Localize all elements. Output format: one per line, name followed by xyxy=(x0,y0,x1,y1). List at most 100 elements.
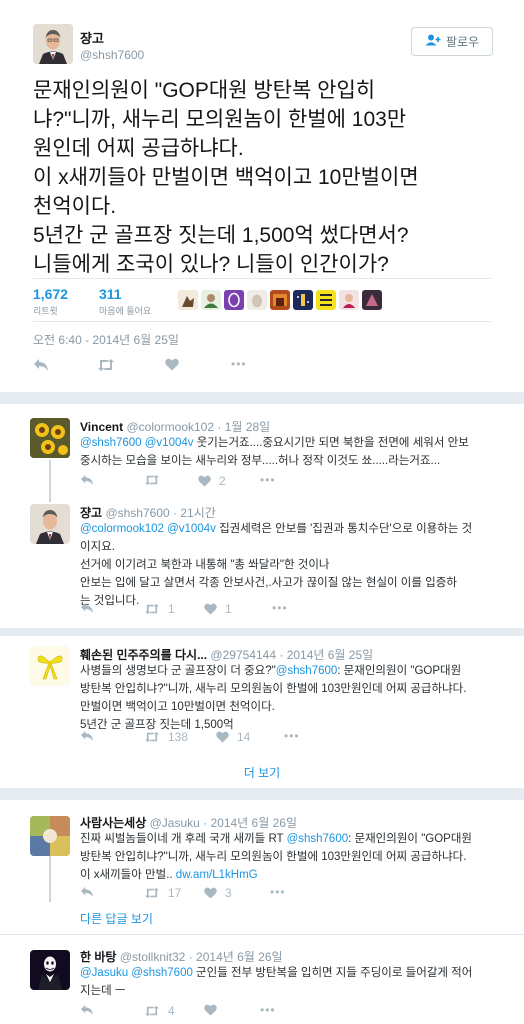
reply-time[interactable]: 2014년 6월 26일 xyxy=(196,950,283,964)
mention-link[interactable]: @shsh7600 xyxy=(287,833,349,845)
retweet-button[interactable] xyxy=(144,474,160,486)
reply-icon xyxy=(34,359,48,371)
reply-header: 한 바탕 @stollknit32 · 2014년 6월 26일 xyxy=(80,950,283,964)
mention-link[interactable]: @shsh7600 @v1004v xyxy=(80,437,194,449)
avatar[interactable] xyxy=(30,504,70,544)
author-handle[interactable]: @29754144 xyxy=(210,648,276,662)
reply-text-line: 선거에 이기려고 북한과 내통해 "총 쏴달라"한 것이나 xyxy=(80,559,330,571)
avatar[interactable] xyxy=(30,418,70,458)
like-button[interactable]: 14 xyxy=(216,730,250,744)
reply-text-segment: : 문재인의원이 "GOP대원 xyxy=(337,665,462,677)
reply-text: 진짜 씨벌놈들이네 개 후레 국개 새끼들 RT @shsh7600: 문재인의… xyxy=(80,830,520,884)
more-icon: ••• xyxy=(231,357,247,371)
reply-text-segment: 이 x새끼들아 만벌.. xyxy=(80,869,176,881)
more-button[interactable]: ••• xyxy=(284,729,300,743)
liker-avatar[interactable] xyxy=(224,290,244,310)
heart-icon xyxy=(165,358,179,371)
reply-button[interactable] xyxy=(80,602,94,614)
avatar[interactable] xyxy=(30,816,70,856)
like-count: 14 xyxy=(237,730,251,744)
liker-avatar[interactable] xyxy=(362,290,382,310)
reply-time[interactable]: 21시간 xyxy=(180,506,215,520)
reply-text-line: 방탄복 안입히냐?"니까, 새누리 모의원놈이 한벌에 103만원인데 어찌 공… xyxy=(80,683,467,695)
liker-avatar[interactable] xyxy=(293,290,313,310)
other-replies-link[interactable]: 다른 답글 보기 xyxy=(80,910,153,927)
avatar[interactable] xyxy=(30,646,70,686)
liker-avatar[interactable] xyxy=(316,290,336,310)
more-button[interactable]: ••• xyxy=(272,601,288,615)
retweet-button[interactable]: 4 xyxy=(144,1004,175,1018)
like-button[interactable]: 3 xyxy=(204,886,232,900)
avatar[interactable] xyxy=(33,24,73,64)
like-button[interactable] xyxy=(165,358,179,371)
more-icon: ••• xyxy=(260,473,276,487)
reply-time[interactable]: 2014년 6월 26일 xyxy=(210,816,297,830)
author-handle[interactable]: @shsh7600 xyxy=(105,506,169,520)
liker-avatar[interactable] xyxy=(270,290,290,310)
reply-button[interactable] xyxy=(80,730,94,742)
mention-link[interactable]: @colormook102 @v1004v xyxy=(80,523,216,535)
liker-avatar[interactable] xyxy=(201,290,221,310)
follow-button[interactable]: 팔로우 xyxy=(411,27,493,56)
more-button[interactable]: ••• xyxy=(260,1003,276,1017)
reply-time[interactable]: 2014년 6월 25일 xyxy=(287,648,374,662)
stats-divider-top xyxy=(33,278,491,279)
url-link[interactable]: dw.am/L1kHmG xyxy=(176,869,258,881)
author-name[interactable]: 사람사는세상 xyxy=(80,816,146,830)
like-count: 1 xyxy=(225,602,232,616)
show-more-link[interactable]: 더 보기 xyxy=(0,764,524,781)
mention-link[interactable]: @Jasuku @shsh7600 xyxy=(80,967,193,979)
reply-text-line: 중시하는 모습을 보이는 새누리와 정부.....허나 정작 이것도 쑈....… xyxy=(80,455,441,467)
tweet-text: 문재인의원이 "GOP대원 방탄복 안입히 냐?"니까, 새누리 모의원놈이 한… xyxy=(33,76,513,279)
retweet-button[interactable]: 1 xyxy=(144,602,175,616)
more-button[interactable]: ••• xyxy=(260,473,276,487)
author-handle[interactable]: @shsh7600 xyxy=(80,48,144,62)
reply-button[interactable] xyxy=(33,358,49,372)
reply-icon xyxy=(81,886,93,898)
retweet-count: 138 xyxy=(168,730,189,744)
liker-avatars xyxy=(178,290,382,310)
reply-text-segment: 웃기는거죠....중요시기만 되면 북한을 전면에 세워서 안보 xyxy=(193,437,469,449)
add-user-icon xyxy=(425,34,441,49)
retweet-icon xyxy=(145,731,159,743)
more-icon: ••• xyxy=(260,1003,276,1017)
reply-text-segment: 군인들 전부 방탄복을 입히면 지들 주딩이로 들어갈게 적어 xyxy=(192,967,473,979)
author-handle[interactable]: @stollknit32 xyxy=(120,950,186,964)
reply-text-segment: 진짜 씨벌놈들이네 개 후레 국개 새끼들 RT xyxy=(80,833,287,845)
author-name[interactable]: 쟝고 xyxy=(80,506,102,520)
stats-divider-bottom xyxy=(33,321,491,322)
more-button[interactable]: ••• xyxy=(231,357,247,371)
author-name[interactable]: 훼손된 민주주의를 다시... xyxy=(80,648,207,662)
author-name[interactable]: Vincent xyxy=(80,420,123,434)
reply-button[interactable] xyxy=(80,886,94,898)
mention-link[interactable]: @shsh7600 xyxy=(276,665,338,677)
more-button[interactable]: ••• xyxy=(270,885,286,899)
retweet-button[interactable]: 138 xyxy=(144,730,188,744)
avatar[interactable] xyxy=(30,950,70,990)
retweet-label: 리트윗 xyxy=(33,306,58,316)
retweet-count: 1 xyxy=(168,602,175,616)
retweet-icon xyxy=(98,359,114,371)
author-name[interactable]: 쟝고 xyxy=(80,28,104,47)
like-stat[interactable]: 311 마음에 들어요 xyxy=(99,286,151,317)
reply-header: Vincent @colormook102 · 1월 28일 xyxy=(80,420,271,434)
like-count: 2 xyxy=(219,474,226,488)
reply-button[interactable] xyxy=(80,1004,94,1016)
like-button[interactable] xyxy=(204,1004,217,1016)
reply-text-line: 안보는 입에 달고 살면서 각종 안보사건,.사고가 끊이질 않는 현실이 이를… xyxy=(80,577,457,589)
liker-avatar[interactable] xyxy=(339,290,359,310)
reply-time[interactable]: 1월 28일 xyxy=(225,420,270,434)
tweet-timestamp[interactable]: 오전 6:40 - 2014년 6월 25일 xyxy=(33,331,179,348)
author-handle[interactable]: @Jasuku xyxy=(150,816,200,830)
like-button[interactable]: 2 xyxy=(198,474,226,488)
liker-avatar[interactable] xyxy=(178,290,198,310)
liker-avatar[interactable] xyxy=(247,290,267,310)
retweet-button[interactable]: 17 xyxy=(144,886,181,900)
author-handle[interactable]: @colormook102 xyxy=(126,420,214,434)
retweet-button[interactable] xyxy=(97,358,115,372)
like-button[interactable]: 1 xyxy=(204,602,232,616)
retweet-stat[interactable]: 1,672 리트윗 xyxy=(33,286,68,317)
author-name[interactable]: 한 바탕 xyxy=(80,950,116,964)
reply-text-segment: 집권세력은 안보를 '집권과 통치수단'으로 이용하는 것 xyxy=(215,523,473,535)
reply-button[interactable] xyxy=(80,474,94,486)
